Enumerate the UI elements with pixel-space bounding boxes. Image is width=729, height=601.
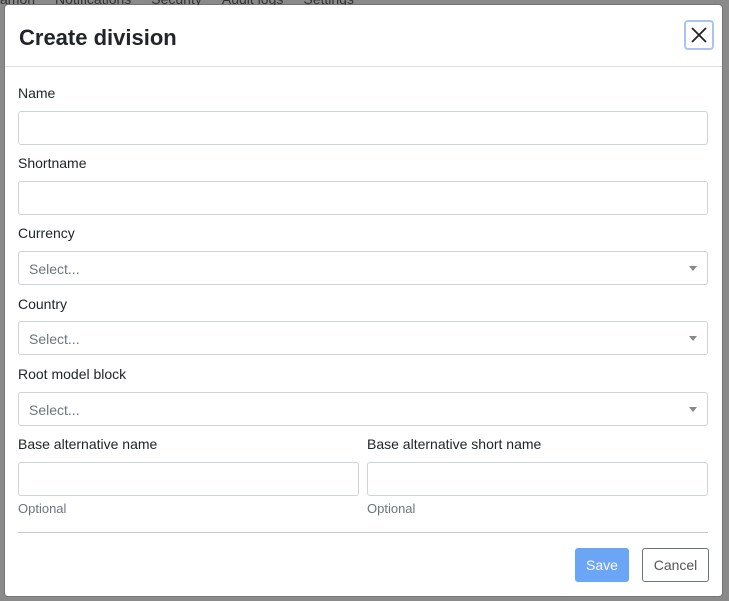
root-model-block-label: Root model block bbox=[18, 366, 127, 382]
chevron-down-icon bbox=[689, 407, 697, 412]
cancel-button[interactable]: Cancel bbox=[642, 548, 709, 582]
chevron-down-icon bbox=[689, 336, 697, 341]
currency-placeholder: Select... bbox=[29, 261, 80, 277]
base-alt-short-name-help: Optional bbox=[367, 501, 416, 516]
name-input[interactable] bbox=[18, 111, 708, 145]
base-alt-short-name-label: Base alternative short name bbox=[367, 436, 542, 452]
country-select[interactable]: Select... bbox=[18, 321, 708, 355]
base-alt-name-label: Base alternative name bbox=[18, 436, 158, 452]
root-model-block-placeholder: Select... bbox=[29, 402, 80, 418]
close-icon bbox=[691, 27, 707, 43]
modal-header: Create division bbox=[5, 5, 722, 67]
modal-title: Create division bbox=[19, 25, 177, 50]
base-alt-short-name-input[interactable] bbox=[367, 462, 708, 496]
close-button[interactable] bbox=[684, 20, 714, 50]
chevron-down-icon bbox=[689, 266, 697, 271]
country-label: Country bbox=[18, 296, 68, 312]
currency-label: Currency bbox=[18, 225, 75, 241]
name-label: Name bbox=[18, 85, 56, 101]
root-model-block-select[interactable]: Select... bbox=[18, 392, 708, 426]
footer-divider bbox=[18, 532, 708, 533]
save-button[interactable]: Save bbox=[575, 548, 629, 582]
shortname-input[interactable] bbox=[18, 181, 708, 215]
currency-select[interactable]: Select... bbox=[18, 251, 708, 285]
base-alt-name-input[interactable] bbox=[18, 462, 359, 496]
shortname-label: Shortname bbox=[18, 155, 87, 171]
base-alt-name-help: Optional bbox=[18, 501, 67, 516]
create-division-modal: Create division Name Shortname Currency … bbox=[5, 5, 722, 596]
country-placeholder: Select... bbox=[29, 331, 80, 347]
